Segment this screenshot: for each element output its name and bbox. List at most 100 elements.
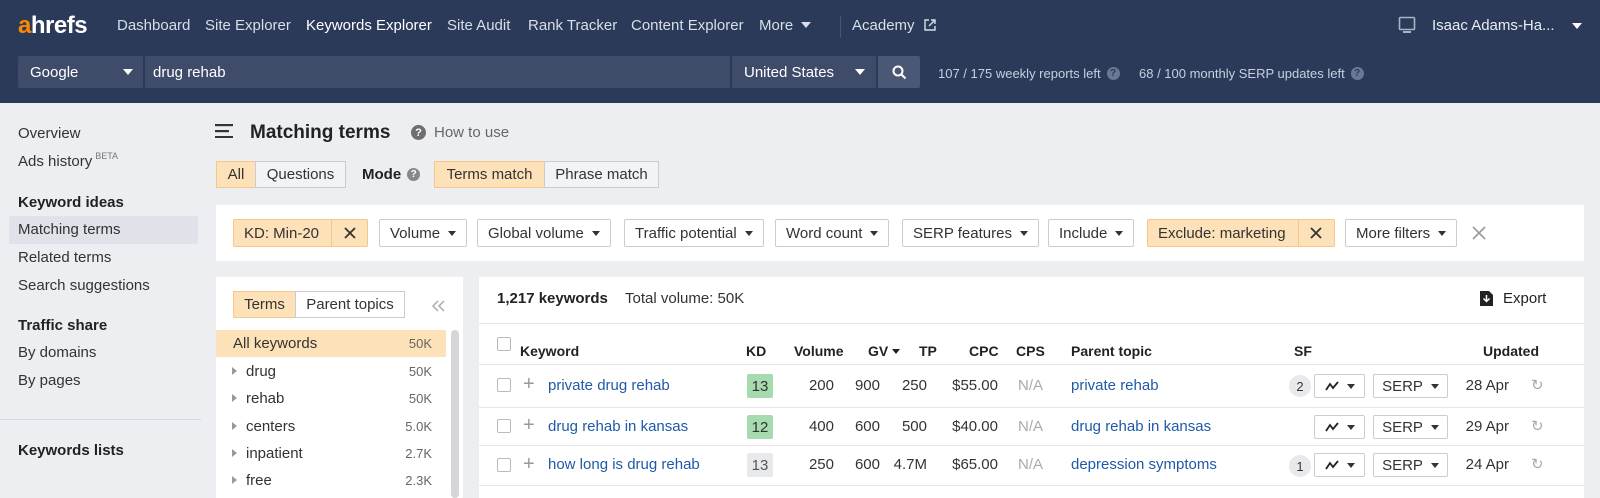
help-icon[interactable]: ?	[407, 168, 421, 181]
col-volume[interactable]: Volume	[794, 343, 844, 359]
col-kd[interactable]: KD	[746, 343, 766, 359]
search-button[interactable]	[878, 56, 920, 88]
keyword-search-input[interactable]: drug rehab	[145, 56, 730, 88]
keyword-search-value: drug rehab	[153, 64, 226, 81]
serp-dropdown[interactable]: SERP	[1373, 415, 1448, 439]
tab-all[interactable]: All	[216, 161, 256, 188]
col-keyword[interactable]: Keyword	[520, 343, 579, 359]
list-item[interactable]: inpatient 2.7K	[216, 440, 446, 467]
chevron-down-icon	[591, 230, 600, 236]
tp-value: 4.7M	[893, 456, 927, 473]
monitor-icon[interactable]	[1398, 16, 1416, 34]
export-button[interactable]: Export	[1480, 290, 1546, 307]
sidebar-item-overview[interactable]: Overview	[18, 125, 81, 142]
close-icon[interactable]	[1297, 220, 1334, 246]
keyword-count: 1,217 keywords	[497, 290, 608, 307]
col-cpc[interactable]: CPC	[969, 343, 999, 359]
col-updated[interactable]: Updated	[1483, 343, 1539, 359]
expand-arrow-icon[interactable]	[232, 422, 237, 430]
help-icon[interactable]: ?	[1350, 67, 1364, 80]
menu-icon[interactable]	[215, 124, 233, 138]
nav-content-explorer[interactable]: Content Explorer	[631, 17, 744, 34]
how-to-use-link[interactable]: ? How to use	[411, 124, 509, 141]
tab-parent-topics[interactable]: Parent topics	[295, 291, 405, 318]
nav-site-explorer[interactable]: Site Explorer	[205, 17, 291, 34]
list-item[interactable]: rehab 50K	[216, 385, 446, 412]
keyword-link[interactable]: how long is drug rehab	[548, 456, 700, 473]
col-cps[interactable]: CPS	[1016, 343, 1045, 359]
trend-dropdown[interactable]	[1314, 374, 1365, 398]
download-icon	[1480, 291, 1493, 306]
row-checkbox[interactable]	[497, 419, 511, 433]
more-filters-button[interactable]: More filters	[1345, 219, 1458, 247]
serp-dropdown[interactable]: SERP	[1373, 374, 1448, 398]
tab-phrase-match[interactable]: Phrase match	[544, 161, 659, 188]
expand-arrow-icon[interactable]	[232, 367, 237, 375]
list-item[interactable]: centers 5.0K	[216, 413, 446, 440]
refresh-icon[interactable]: ↻	[1531, 417, 1544, 435]
serp-features-filter[interactable]: SERP features	[902, 219, 1039, 247]
word-count-filter[interactable]: Word count	[775, 219, 890, 247]
nav-more[interactable]: More	[759, 17, 812, 34]
word-count-filter-label: Word count	[786, 224, 863, 242]
refresh-icon[interactable]: ↻	[1531, 376, 1544, 394]
parent-topic-link[interactable]: drug rehab in kansas	[1071, 418, 1211, 435]
refresh-icon[interactable]: ↻	[1531, 455, 1544, 473]
global-volume-filter[interactable]: Global volume	[477, 219, 611, 247]
parent-topic-link[interactable]: private rehab	[1071, 377, 1159, 394]
list-item[interactable]: drug 50K	[216, 358, 446, 385]
sidebar-item-by-pages[interactable]: By pages	[18, 372, 81, 389]
include-filter[interactable]: Include	[1048, 219, 1135, 247]
keyword-link[interactable]: private drug rehab	[548, 377, 670, 394]
sidebar-item-matching-terms[interactable]: Matching terms	[18, 221, 121, 238]
select-all-checkbox[interactable]	[497, 337, 511, 351]
nav-rank-tracker[interactable]: Rank Tracker	[528, 17, 617, 34]
serp-dropdown[interactable]: SERP	[1373, 453, 1448, 477]
exclude-filter[interactable]: Exclude: marketing	[1147, 219, 1335, 247]
traffic-potential-filter[interactable]: Traffic potential	[624, 219, 764, 247]
sidebar-item-search-suggestions[interactable]: Search suggestions	[18, 277, 150, 294]
nav-site-audit[interactable]: Site Audit	[447, 17, 510, 34]
keyword-link[interactable]: drug rehab in kansas	[548, 418, 688, 435]
tab-terms-match[interactable]: Terms match	[434, 161, 545, 188]
expand-arrow-icon[interactable]	[232, 394, 237, 402]
nav-academy[interactable]: Academy	[852, 17, 936, 34]
add-to-list-icon[interactable]: +	[523, 454, 535, 474]
sidebar-item-keywords-lists[interactable]: Keywords lists	[18, 442, 124, 459]
help-icon[interactable]: ?	[1106, 67, 1120, 80]
nav-dashboard[interactable]: Dashboard	[117, 17, 190, 34]
ahrefs-logo[interactable]: ahrefs	[18, 12, 88, 40]
trend-dropdown[interactable]	[1314, 453, 1365, 477]
trend-dropdown[interactable]	[1314, 415, 1365, 439]
sidebar-item-by-domains[interactable]: By domains	[18, 344, 96, 361]
add-to-list-icon[interactable]: +	[523, 374, 535, 394]
clear-filters-icon[interactable]	[1472, 226, 1486, 240]
list-item[interactable]: All keywords 50K	[216, 330, 446, 357]
results-panel: 1,217 keywords Total volume: 50K Export …	[479, 277, 1584, 498]
sf-count-badge[interactable]: 1	[1289, 455, 1311, 477]
chevron-down-icon	[801, 22, 812, 28]
col-sf[interactable]: SF	[1294, 343, 1312, 359]
collapse-icon[interactable]	[432, 300, 446, 312]
list-item[interactable]: free 2.3K	[216, 467, 446, 494]
col-gv[interactable]: GV	[868, 343, 901, 359]
parent-topic-link[interactable]: depression symptoms	[1071, 456, 1217, 473]
nav-keywords-explorer[interactable]: Keywords Explorer	[306, 17, 432, 34]
col-parent-topic[interactable]: Parent topic	[1071, 343, 1152, 359]
user-menu[interactable]: Isaac Adams-Ha...	[1432, 17, 1555, 34]
kd-filter[interactable]: KD: Min-20	[233, 219, 369, 247]
add-to-list-icon[interactable]: +	[523, 415, 535, 435]
sidebar-item-ads-history[interactable]: Ads history BETA	[18, 151, 118, 170]
sidebar-item-related-terms[interactable]: Related terms	[18, 249, 111, 266]
expand-arrow-icon[interactable]	[232, 476, 237, 484]
tab-questions[interactable]: Questions	[255, 161, 346, 188]
row-checkbox[interactable]	[497, 458, 511, 472]
sf-count-badge[interactable]: 2	[1289, 375, 1311, 397]
scrollbar[interactable]	[451, 330, 459, 498]
expand-arrow-icon[interactable]	[232, 449, 237, 457]
row-checkbox[interactable]	[497, 378, 511, 392]
close-icon[interactable]	[331, 220, 367, 246]
tab-terms[interactable]: Terms	[233, 291, 296, 318]
volume-filter[interactable]: Volume	[379, 219, 468, 247]
col-tp[interactable]: TP	[919, 343, 937, 359]
